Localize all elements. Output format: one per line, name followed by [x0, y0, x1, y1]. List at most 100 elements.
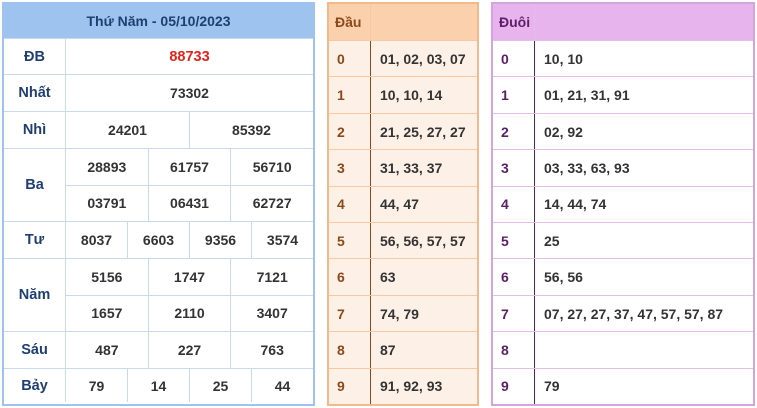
- prize-row: Ba 28893 61757 56710 03791 06431 62727: [4, 148, 313, 221]
- duoi-digit: 3: [493, 150, 535, 186]
- prize-number: 44: [251, 369, 313, 402]
- duoi-digit: 9: [493, 368, 535, 405]
- prize-number: 1747: [147, 259, 231, 295]
- prize-line: 79 14 25 44: [66, 369, 313, 402]
- prize-number: 25: [189, 369, 251, 402]
- dau-digit: 8: [329, 332, 371, 368]
- dau-table: Đầu 0 01, 02, 03, 07 1 10, 10, 14 2 21, 25, 2…: [327, 2, 479, 406]
- duoi-digit: 5: [493, 223, 535, 259]
- dau-row: 1 10, 10, 14: [329, 76, 477, 113]
- prize-number: 14: [127, 369, 189, 402]
- dau-digit: 7: [329, 295, 371, 332]
- prize-values: 88733: [66, 39, 313, 74]
- prize-values: 79 14 25 44: [66, 369, 313, 402]
- prize-number: 3407: [230, 295, 313, 331]
- prize-row: Năm 5156 1747 7121 1657 2110 3407: [4, 258, 313, 331]
- prize-number: 24201: [108, 122, 147, 138]
- prize-line: 24201 85392: [66, 112, 313, 148]
- dau-body: 0 01, 02, 03, 07 1 10, 10, 14 2 21, 25, 27, 2…: [329, 40, 477, 405]
- duoi-numbers: 14, 44, 74: [544, 196, 607, 213]
- dau-header-blank: [371, 4, 477, 40]
- prize-line: 487 227 763: [66, 332, 313, 368]
- prize-line: 8037 6603 9356 3574: [66, 222, 313, 258]
- duoi-numbers: 56, 56: [544, 269, 583, 286]
- prize-number: 5156: [91, 268, 123, 285]
- duoi-row: 6 56, 56: [493, 258, 753, 295]
- results-table: Thứ Năm - 05/10/2023 ĐB 88733 Nhất 73302 Nhì…: [2, 2, 315, 406]
- prize-values: 28893 61757 56710 03791 06431 62727: [66, 149, 313, 221]
- duoi-row: 9 79: [493, 367, 753, 405]
- prize-values: 24201 85392: [66, 112, 313, 148]
- dau-digit: 6: [329, 259, 371, 295]
- prize-values: 5156 1747 7121 1657 2110 3407: [66, 259, 313, 331]
- duoi-row: 8: [493, 331, 753, 368]
- prize-label: Năm: [4, 259, 66, 331]
- duoi-header: Đuôi: [493, 4, 753, 40]
- duoi-numbers: 02, 92: [544, 123, 583, 140]
- prize-number: 56710: [230, 149, 313, 185]
- prize-number: 9356: [189, 222, 251, 258]
- dau-numbers: 63: [380, 269, 396, 286]
- duoi-numbers: 01, 21, 31, 91: [544, 87, 630, 104]
- prize-number: 2110: [147, 295, 231, 331]
- prize-label: Sáu: [4, 332, 66, 368]
- dau-digit: 9: [329, 368, 371, 405]
- prize-line: 73302: [66, 75, 313, 111]
- dau-row: 9 91, 92, 93: [329, 367, 477, 405]
- prize-label: ĐB: [4, 39, 66, 74]
- prize-label: Nhất: [4, 75, 66, 111]
- dau-digit: 0: [329, 41, 371, 77]
- dau-digit: 5: [329, 223, 371, 259]
- prize-number: 62727: [230, 185, 313, 221]
- dau-numbers: 31, 33, 37: [380, 159, 443, 176]
- dau-numbers: 91, 92, 93: [380, 378, 443, 395]
- prize-line: 5156 1747 7121: [66, 259, 313, 295]
- duoi-digit: 1: [493, 77, 535, 113]
- duoi-digit: 0: [493, 41, 535, 77]
- dau-numbers: 74, 79: [380, 305, 419, 322]
- prize-label: Tư: [4, 222, 66, 258]
- prize-number: 6603: [127, 222, 189, 258]
- duoi-numbers: [535, 332, 753, 367]
- prize-label: Ba: [4, 149, 66, 221]
- duoi-numbers: 07, 27, 27, 37, 47, 57, 57, 87: [544, 305, 724, 322]
- prize-label: Nhì: [4, 112, 66, 148]
- dau-numbers: 44, 47: [380, 196, 419, 213]
- duoi-digit: 2: [493, 113, 535, 150]
- duoi-digit: 8: [493, 332, 535, 368]
- dau-row: 8 87: [329, 331, 477, 368]
- duoi-body: 0 10, 10 1 01, 21, 31, 91 2 02, 92 3 03, 33, 63…: [493, 40, 753, 405]
- dau-row: 4 44, 47: [329, 185, 477, 223]
- results-body: ĐB 88733 Nhất 73302 Nhì 24201 85392 Ba 28893 6175…: [4, 38, 313, 402]
- duoi-row: 4 14, 44, 74: [493, 185, 753, 223]
- prize-values: 487 227 763: [66, 332, 313, 368]
- duoi-row: 2 02, 92: [493, 112, 753, 150]
- dau-numbers: 10, 10, 14: [380, 87, 443, 104]
- dau-header: Đầu: [329, 4, 477, 40]
- dau-digit: 2: [329, 113, 371, 150]
- prize-row: Tư 8037 6603 9356 3574: [4, 221, 313, 258]
- dau-numbers: 56, 56, 57, 57: [380, 232, 466, 249]
- duoi-numbers: 03, 33, 63, 93: [544, 159, 630, 176]
- duoi-table: Đuôi 0 10, 10 1 01, 21, 31, 91 2 02, 92 3 03, 3…: [491, 2, 755, 406]
- prize-row: Nhất 73302: [4, 74, 313, 111]
- dau-title: Đầu: [329, 4, 371, 40]
- dau-row: 7 74, 79: [329, 294, 477, 332]
- prize-line: 1657 2110 3407: [66, 294, 313, 331]
- prize-number: 03791: [87, 195, 127, 212]
- prize-row: Nhì 24201 85392: [4, 111, 313, 148]
- dau-digit: 3: [329, 150, 371, 186]
- prize-number: 73302: [170, 85, 209, 101]
- duoi-digit: 6: [493, 259, 535, 295]
- duoi-numbers: 79: [544, 378, 560, 395]
- dau-numbers: 01, 02, 03, 07: [380, 50, 466, 67]
- prize-number: 3574: [251, 222, 313, 258]
- prize-number: 85392: [189, 112, 313, 148]
- dau-row: 6 63: [329, 258, 477, 295]
- duoi-digit: 7: [493, 295, 535, 332]
- dau-numbers: 87: [380, 341, 396, 358]
- prize-number: 763: [230, 332, 313, 368]
- duoi-digit: 4: [493, 186, 535, 223]
- prize-row: ĐB 88733: [4, 38, 313, 74]
- prize-number: 88733: [169, 48, 210, 65]
